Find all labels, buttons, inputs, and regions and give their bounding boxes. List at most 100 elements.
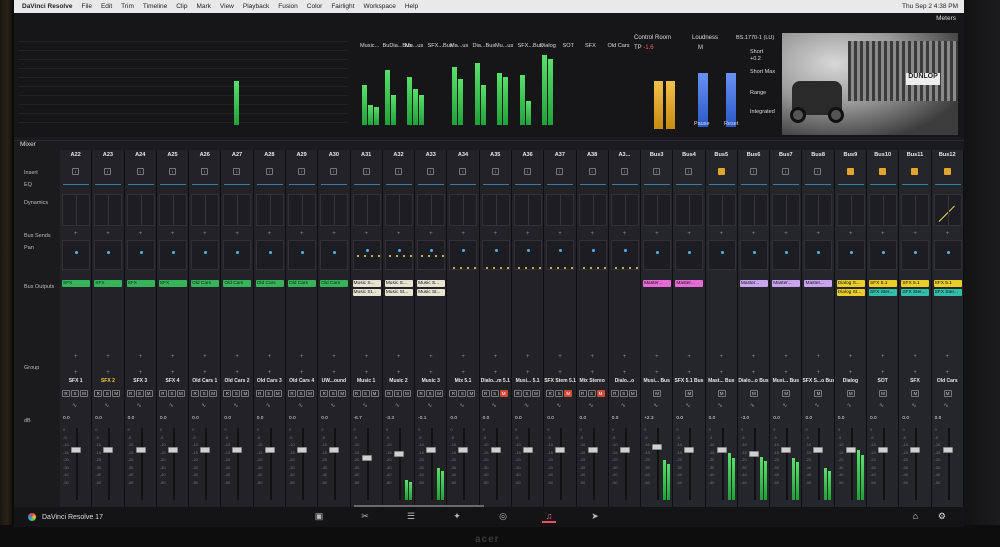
mute-button[interactable]: M xyxy=(370,390,379,397)
volume-fader[interactable]: 0 -5 -10 -15 -20 -30 -40 -50 xyxy=(802,426,834,502)
fader-knob[interactable] xyxy=(878,447,889,453)
waveform-icon[interactable]: ∿ xyxy=(718,402,723,409)
volume-fader[interactable]: 0 -5 -10 -15 -20 -30 -40 -50 xyxy=(447,426,479,502)
record-button[interactable]: R xyxy=(352,390,361,397)
eq-curve[interactable] xyxy=(644,184,671,193)
menu-edit[interactable]: Edit xyxy=(101,3,112,10)
group-add-icon[interactable]: + xyxy=(397,354,401,360)
track-name[interactable]: Mix Stereo xyxy=(577,378,608,384)
fader-knob[interactable] xyxy=(103,447,114,453)
dynamics-graph[interactable] xyxy=(94,194,123,226)
menu-trim[interactable]: Trim xyxy=(121,3,134,10)
group-add-icon[interactable]: + xyxy=(623,370,627,376)
track-name[interactable]: Dialo...o Bus xyxy=(738,378,769,384)
app-menu[interactable]: DaVinci Resolve xyxy=(22,3,72,10)
bus-output-tag[interactable]: Music St... xyxy=(352,289,381,296)
menu-playback[interactable]: Playback xyxy=(243,3,269,10)
eq-curve[interactable] xyxy=(514,184,541,193)
solo-button[interactable]: S xyxy=(522,390,531,397)
fader-knob[interactable] xyxy=(426,447,437,453)
menu-color[interactable]: Color xyxy=(307,3,323,10)
mute-button[interactable]: M xyxy=(467,390,476,397)
eq-curve[interactable] xyxy=(159,184,186,193)
dynamics-graph[interactable] xyxy=(320,194,349,226)
bus-output-tag[interactable]: SFX xyxy=(126,280,155,287)
volume-fader[interactable]: 0 -5 -10 -15 -20 -30 -40 -50 xyxy=(932,426,964,502)
pause-button[interactable]: Pause xyxy=(694,121,710,127)
record-button[interactable]: R xyxy=(513,390,522,397)
dynamics-graph[interactable] xyxy=(223,194,252,226)
pan-point[interactable] xyxy=(75,251,78,254)
mute-button[interactable]: M xyxy=(531,390,540,397)
group-add-icon[interactable]: + xyxy=(752,370,756,376)
bus-send-add-icon[interactable]: + xyxy=(913,231,917,237)
insert-button[interactable]: I xyxy=(846,168,854,175)
record-button[interactable]: R xyxy=(417,390,426,397)
track-name[interactable]: SFX xyxy=(899,378,930,384)
dynamics-graph[interactable] xyxy=(933,194,962,226)
fader-knob[interactable] xyxy=(942,447,953,453)
volume-fader[interactable]: 0 -5 -10 -15 -20 -30 -40 -50 xyxy=(189,426,221,502)
dynamics-graph[interactable] xyxy=(417,194,446,226)
group-add-icon[interactable]: + xyxy=(461,354,465,360)
eq-curve[interactable] xyxy=(676,184,703,193)
bus-send-add-icon[interactable]: + xyxy=(300,231,304,237)
dynamics-graph[interactable] xyxy=(513,194,542,226)
bus-output-tag[interactable]: Master... xyxy=(643,280,672,287)
track-name[interactable]: Old Cars 1 xyxy=(189,378,220,384)
fader-knob[interactable] xyxy=(555,447,566,453)
edit-icon[interactable]: ☰ xyxy=(404,509,418,523)
waveform-icon[interactable]: ∿ xyxy=(911,402,916,409)
dynamics-graph[interactable] xyxy=(481,194,510,226)
dynamics-graph[interactable] xyxy=(610,194,639,226)
record-button[interactable]: R xyxy=(191,390,200,397)
bus-output-tag[interactable]: SFX xyxy=(94,280,123,287)
eq-curve[interactable] xyxy=(579,184,606,193)
eq-curve[interactable] xyxy=(740,184,767,193)
group-add-icon[interactable]: + xyxy=(106,370,110,376)
solo-button[interactable]: S xyxy=(587,390,596,397)
bus-output-tag[interactable]: SFX Ster... xyxy=(901,289,930,296)
eq-curve[interactable] xyxy=(482,184,509,193)
eq-curve[interactable] xyxy=(708,184,735,193)
waveform-icon[interactable]: ∿ xyxy=(169,402,174,409)
dynamics-graph[interactable] xyxy=(707,194,736,226)
color-icon[interactable]: ◎ xyxy=(496,509,510,523)
record-button[interactable]: R xyxy=(610,390,619,397)
group-add-icon[interactable]: + xyxy=(946,354,950,360)
insert-button[interactable]: I xyxy=(362,168,370,175)
pan-point[interactable] xyxy=(397,249,401,252)
mute-button[interactable]: M xyxy=(596,390,605,397)
group-add-icon[interactable]: + xyxy=(816,354,820,360)
pan-point[interactable] xyxy=(268,251,272,254)
track-name[interactable]: SOT xyxy=(867,378,898,384)
group-add-icon[interactable]: + xyxy=(913,354,917,360)
group-add-icon[interactable]: + xyxy=(816,370,820,376)
bus-output-tag[interactable]: Master... xyxy=(772,280,801,287)
pan-point[interactable] xyxy=(559,249,563,252)
pan-point[interactable] xyxy=(526,249,530,252)
track-name[interactable]: Musi... Bus xyxy=(641,378,672,384)
mute-button[interactable]: M xyxy=(814,390,823,397)
mute-button[interactable]: M xyxy=(846,390,855,397)
pan-control[interactable] xyxy=(707,240,736,270)
track-name[interactable]: Old Cars xyxy=(932,378,963,384)
pan-control[interactable] xyxy=(643,240,672,270)
solo-button[interactable]: S xyxy=(329,390,338,397)
group-add-icon[interactable]: + xyxy=(752,354,756,360)
group-add-icon[interactable]: + xyxy=(687,370,691,376)
insert-button[interactable]: I xyxy=(72,168,79,175)
group-add-icon[interactable]: + xyxy=(139,354,143,360)
waveform-icon[interactable]: ∿ xyxy=(814,402,819,409)
insert-button[interactable]: I xyxy=(620,168,628,175)
pan-point[interactable] xyxy=(365,249,369,252)
pan-control[interactable] xyxy=(62,240,90,270)
dynamics-graph[interactable] xyxy=(675,194,704,226)
solo-button[interactable]: S xyxy=(458,390,467,397)
mute-button[interactable]: M xyxy=(911,390,920,397)
dynamics-graph[interactable] xyxy=(352,194,381,226)
waveform-icon[interactable]: ∿ xyxy=(330,402,335,409)
group-add-icon[interactable]: + xyxy=(494,354,498,360)
waveform-icon[interactable]: ∿ xyxy=(233,402,238,409)
menu-fusion[interactable]: Fusion xyxy=(278,3,298,10)
